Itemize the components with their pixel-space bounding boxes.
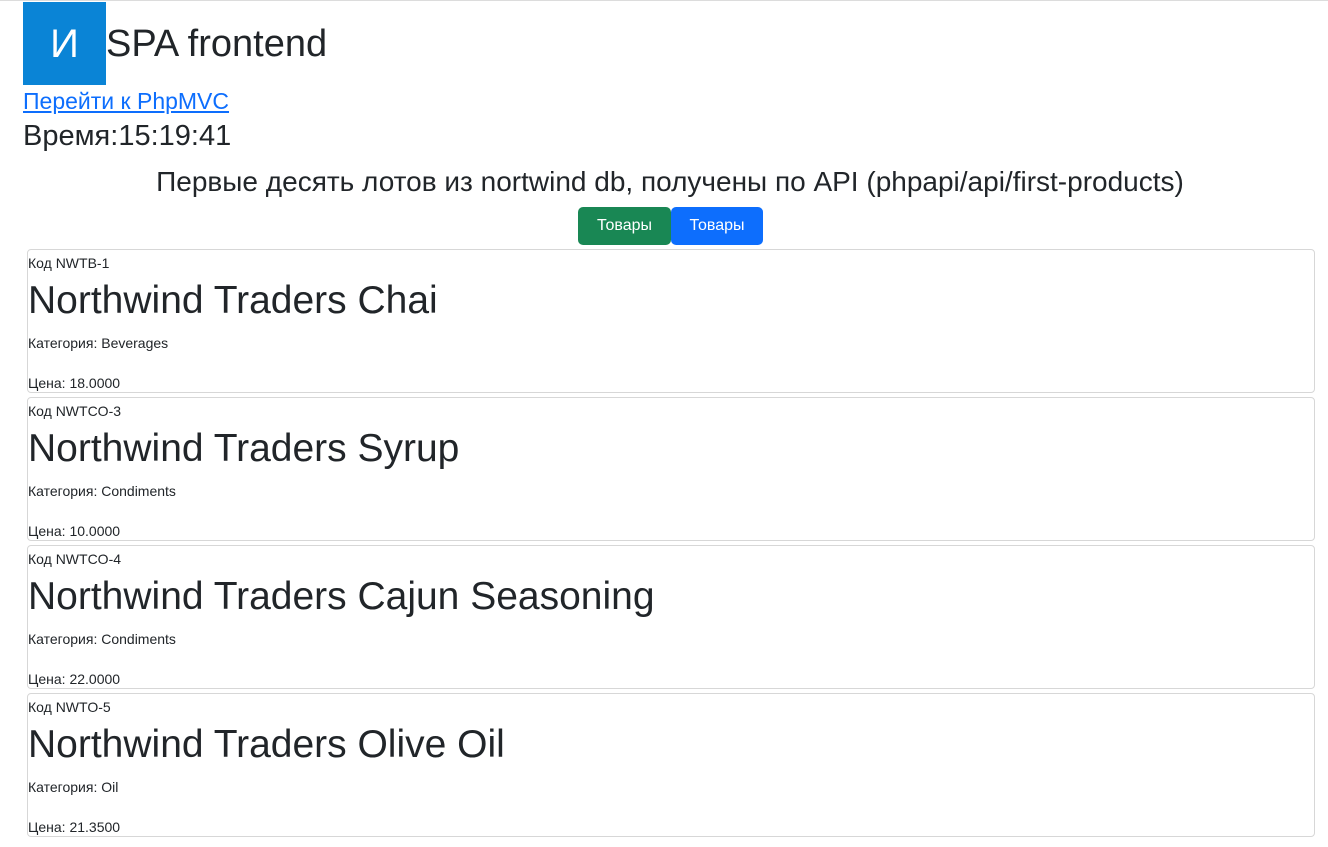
clock: Время: 15:19:41 — [23, 119, 231, 153]
product-price: Цена: 18.0000 — [28, 375, 121, 391]
product-code: Код NWTCO-3 — [28, 403, 122, 419]
phpmvc-link[interactable]: Перейти к PhpMVC — [23, 88, 229, 114]
clock-value: 15:19:41 — [118, 120, 232, 152]
product-code: Код NWTO-5 — [28, 699, 111, 715]
section-heading: Первые десять лотов из nortwind db, полу… — [156, 166, 1184, 197]
product-card: Код NWTCO-4 Northwind Traders Cajun Seas… — [27, 545, 1315, 689]
product-name: Northwind Traders Syrup — [28, 427, 460, 470]
product-category: Категория: Condiments — [28, 483, 176, 499]
app-header: И SPA frontend — [23, 2, 327, 85]
product-code: Код NWTB-1 — [28, 255, 110, 271]
product-price: Цена: 10.0000 — [28, 523, 121, 539]
product-list: Код NWTB-1 Northwind Traders Chai Катего… — [27, 249, 1315, 841]
app-logo: И — [23, 2, 106, 85]
product-card: Код NWTCO-3 Northwind Traders Syrup Кате… — [27, 397, 1315, 541]
clock-label: Время: — [23, 120, 119, 152]
product-category: Категория: Beverages — [28, 335, 169, 351]
product-price: Цена: 22.0000 — [28, 671, 121, 687]
product-code: Код NWTCO-4 — [28, 551, 122, 567]
product-price: Цена: 21.3500 — [28, 819, 121, 835]
products-1-button[interactable]: Товары 1 — [578, 207, 671, 272]
top-border — [0, 0, 1328, 1]
product-card: Код NWTB-1 Northwind Traders Chai Катего… — [27, 249, 1315, 393]
product-category: Категория: Oil — [28, 779, 119, 795]
product-name: Northwind Traders Chai — [28, 279, 438, 322]
product-category: Категория: Condiments — [28, 631, 176, 647]
products-2-button[interactable]: Товары 2 — [671, 207, 763, 272]
product-card: Код NWTO-5 Northwind Traders Olive Oil К… — [27, 693, 1315, 837]
tab-buttons: Товары 1 Товары 2 — [578, 207, 763, 272]
product-name: Northwind Traders Cajun Seasoning — [28, 575, 655, 618]
product-name: Northwind Traders Olive Oil — [28, 723, 505, 766]
app-title: SPA frontend — [106, 22, 328, 65]
